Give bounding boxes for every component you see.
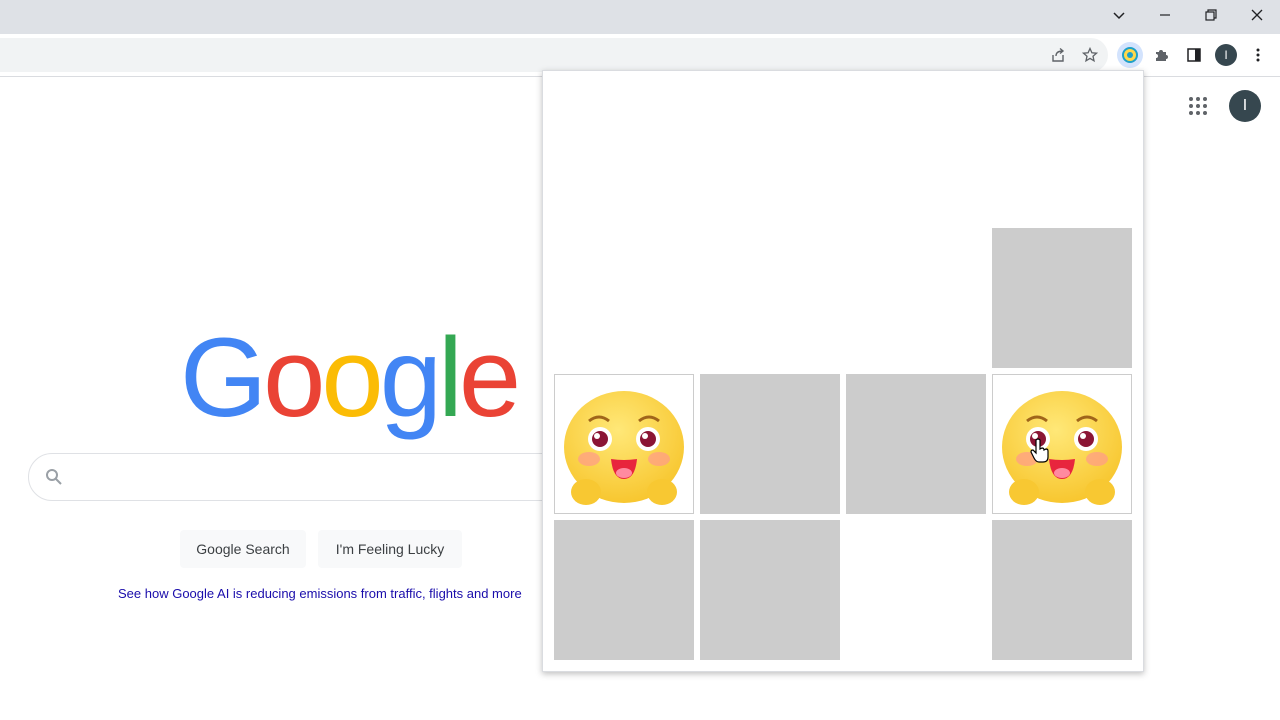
minimize-icon (1160, 14, 1170, 16)
extension-active-icon (1122, 47, 1138, 63)
share-icon (1052, 47, 1065, 62)
account-avatar[interactable]: I (1229, 90, 1261, 122)
extensions-button[interactable] (1149, 42, 1175, 68)
hidden-tile[interactable] (992, 520, 1132, 660)
profile-avatar: I (1215, 44, 1237, 66)
hand-cursor-icon (1030, 438, 1049, 463)
profile-button[interactable]: I (1213, 42, 1239, 68)
logo-letter: G (180, 315, 267, 440)
close-icon (1251, 9, 1263, 21)
emoji-tile[interactable] (992, 374, 1132, 514)
share-button[interactable] (1045, 42, 1071, 68)
menu-icon (1256, 48, 1260, 62)
active-extension-button[interactable] (1117, 42, 1143, 68)
hidden-tile[interactable] (846, 374, 986, 514)
apps-grid-icon (1189, 97, 1207, 115)
side-panel-button[interactable] (1181, 42, 1207, 68)
close-button[interactable] (1234, 0, 1280, 30)
hidden-tile[interactable] (554, 520, 694, 660)
restore-button[interactable] (1188, 0, 1234, 30)
logo-letter: e (458, 315, 521, 440)
puzzle-icon (1156, 50, 1168, 61)
emoji-face-icon (1002, 391, 1122, 505)
hidden-tile[interactable] (992, 228, 1132, 368)
search-icon (46, 469, 62, 485)
promo-link[interactable]: See how Google AI is reducing emissions … (118, 586, 522, 601)
chevron-down-icon (1113, 12, 1125, 20)
hidden-tile[interactable] (700, 374, 840, 514)
hidden-tile[interactable] (700, 520, 840, 660)
google-search-button[interactable]: Google Search (180, 530, 306, 568)
emoji-tile[interactable] (554, 374, 694, 514)
bookmark-button[interactable] (1077, 42, 1103, 68)
sidepanel-icon (1187, 48, 1201, 62)
logo-letter: l (438, 315, 463, 440)
google-apps-button[interactable] (1184, 92, 1212, 120)
address-bar[interactable] (0, 38, 1108, 72)
logo-letter: g (379, 315, 442, 440)
feeling-lucky-button[interactable]: I'm Feeling Lucky (318, 530, 462, 568)
restore-icon (1205, 9, 1217, 21)
google-logo: Google (180, 315, 521, 440)
tab-search-button[interactable] (1096, 0, 1142, 30)
logo-letter: o (321, 315, 383, 440)
search-input[interactable] (28, 453, 630, 501)
minimize-button[interactable] (1142, 0, 1188, 30)
chrome-menu-button[interactable] (1245, 42, 1271, 68)
tab-strip (0, 0, 1280, 34)
star-icon (1082, 47, 1098, 63)
emoji-face-icon (564, 391, 684, 505)
logo-letter: o (263, 315, 325, 440)
extension-popup (542, 70, 1144, 672)
